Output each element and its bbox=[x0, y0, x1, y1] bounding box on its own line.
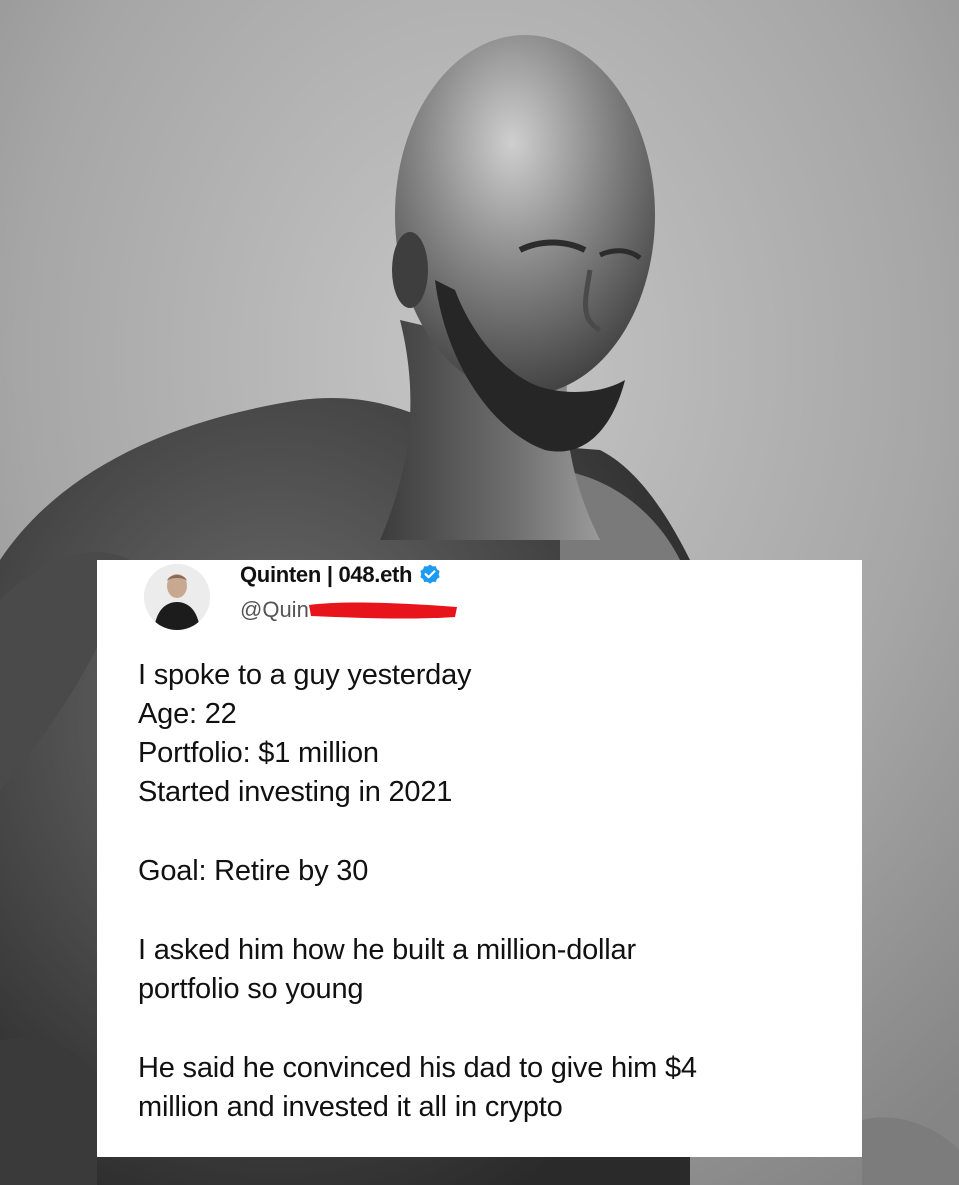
tweet-paragraph: I spoke to a guy yesterday Age: 22 Portf… bbox=[138, 656, 838, 812]
author-name[interactable]: Quinten | 048.eth bbox=[240, 562, 413, 588]
tweet-line: He said he convinced his dad to give him… bbox=[138, 1052, 697, 1084]
tweet-line: Started investing in 2021 bbox=[138, 776, 453, 808]
tweet-line: I asked him how he built a million-dolla… bbox=[138, 934, 636, 966]
meme-image: Quinten | 048.eth @Quin I spoke to a guy… bbox=[0, 0, 959, 1185]
tweet-line: Portfolio: $1 million bbox=[138, 737, 379, 769]
tweet-line: Age: 22 bbox=[138, 698, 237, 730]
tweet-line: Goal: Retire by 30 bbox=[138, 855, 369, 887]
verified-badge-icon bbox=[418, 563, 442, 587]
tweet-paragraph: Goal: Retire by 30 bbox=[138, 852, 838, 891]
profile-photo-icon bbox=[144, 564, 210, 630]
tweet-card: Quinten | 048.eth @Quin I spoke to a guy… bbox=[97, 560, 862, 1157]
author-name-row: Quinten | 048.eth bbox=[240, 560, 442, 590]
tweet-line: million and invested it all in crypto bbox=[138, 1091, 563, 1123]
tweet-paragraph: I asked him how he built a million-dolla… bbox=[138, 931, 838, 1009]
tweet-line: I spoke to a guy yesterday bbox=[138, 659, 472, 691]
tweet-text: I spoke to a guy yesterday Age: 22 Portf… bbox=[138, 656, 838, 1127]
tweet-paragraph: He said he convinced his dad to give him… bbox=[138, 1049, 838, 1127]
tweet-line: portfolio so young bbox=[138, 973, 364, 1005]
handle-row: @Quin bbox=[240, 594, 459, 626]
author-handle[interactable]: @Quin bbox=[240, 597, 309, 623]
redaction-mark bbox=[308, 599, 459, 621]
